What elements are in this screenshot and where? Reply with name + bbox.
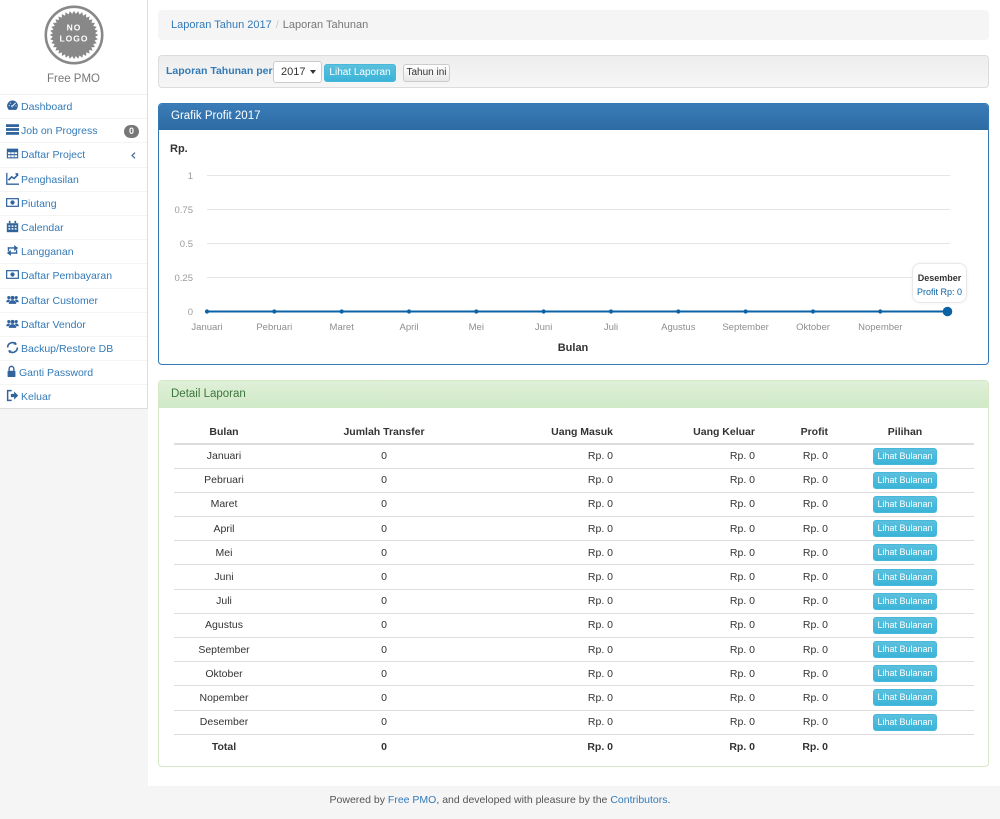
svg-text:September: September bbox=[722, 322, 768, 333]
svg-text:NO: NO bbox=[66, 23, 81, 33]
svg-text:1: 1 bbox=[188, 171, 193, 182]
svg-text:0.25: 0.25 bbox=[175, 273, 194, 284]
svg-text:Pebruari: Pebruari bbox=[256, 322, 292, 333]
svg-text:Nopember: Nopember bbox=[858, 322, 902, 333]
svg-text:Mei: Mei bbox=[469, 322, 484, 333]
svg-text:0.5: 0.5 bbox=[180, 239, 193, 250]
svg-text:Juli: Juli bbox=[604, 322, 618, 333]
svg-text:0.75: 0.75 bbox=[175, 205, 194, 216]
svg-text:Oktober: Oktober bbox=[796, 322, 830, 333]
svg-text:LOGO: LOGO bbox=[59, 34, 88, 44]
svg-text:Bulan: Bulan bbox=[558, 342, 589, 354]
svg-text:April: April bbox=[399, 322, 418, 333]
svg-text:Januari: Januari bbox=[191, 322, 222, 333]
svg-text:Juni: Juni bbox=[535, 322, 552, 333]
svg-text:0: 0 bbox=[188, 307, 193, 318]
svg-text:Agustus: Agustus bbox=[661, 322, 696, 333]
svg-text:Maret: Maret bbox=[330, 322, 355, 333]
svg-text:Rp.: Rp. bbox=[170, 143, 188, 155]
